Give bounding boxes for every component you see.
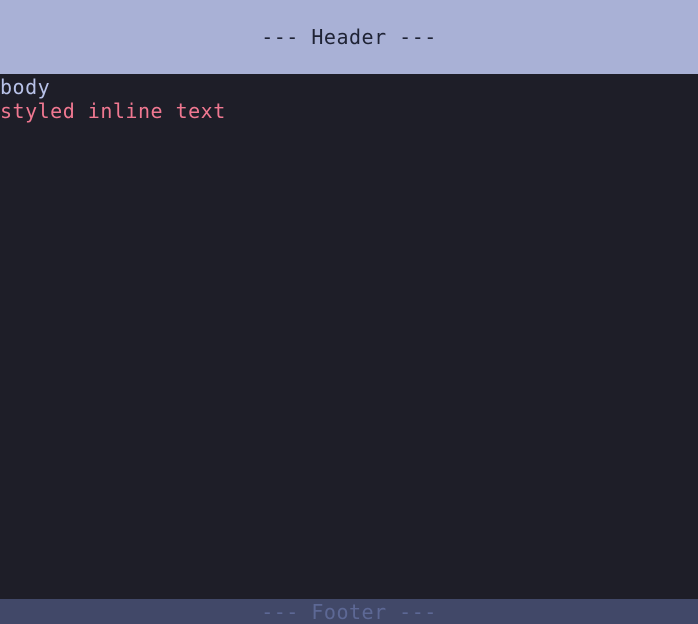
footer-title: --- Footer --- — [261, 600, 437, 624]
header-bar: --- Header --- — [0, 0, 698, 74]
header-title: --- Header --- — [261, 25, 437, 49]
terminal-app: --- Header --- body styled inline text -… — [0, 0, 698, 624]
body-text: body — [0, 75, 51, 99]
styled-inline-text: styled inline text — [0, 99, 226, 123]
main-content: body styled inline text — [0, 74, 698, 599]
footer-bar: --- Footer --- — [0, 599, 698, 624]
